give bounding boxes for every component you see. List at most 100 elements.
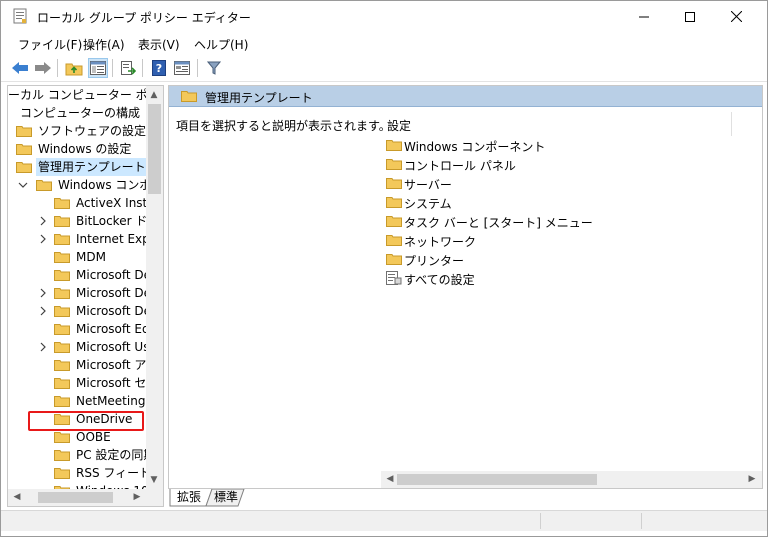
show-tree-icon <box>90 61 106 75</box>
settings-list-item[interactable]: すべての設定 <box>386 269 586 288</box>
export-list-icon <box>121 61 136 75</box>
back-arrow-icon <box>12 62 28 74</box>
tree-item-label: 管理用テンプレート <box>36 158 148 176</box>
folder-icon <box>16 144 32 155</box>
tab-extended[interactable]: 拡張 <box>177 489 201 506</box>
tree-item[interactable]: ーカル コンピューター ポリシー <box>8 86 163 104</box>
content-hscroll-thumb[interactable] <box>397 474 597 485</box>
forward-button[interactable] <box>33 58 53 78</box>
column-divider[interactable] <box>731 112 732 136</box>
tree-pane[interactable]: ーカル コンピューター ポリシーコンピューターの構成ソフトウェアの設定 Windo… <box>7 85 164 507</box>
status-divider <box>641 513 642 529</box>
tree-item-label: コンピューターの構成 <box>20 106 141 120</box>
tree-hscroll-thumb[interactable] <box>38 492 113 503</box>
folder-icon <box>386 235 402 246</box>
settings-list-item-label: タスク バーと [スタート] メニュー <box>404 216 593 230</box>
close-icon <box>730 11 742 22</box>
filter-button[interactable] <box>204 58 224 78</box>
show-tree-button[interactable] <box>88 58 108 78</box>
tree-item-label: Microsoft Def <box>76 304 156 318</box>
tree-item[interactable]: RSS フィード <box>8 464 152 482</box>
scroll-up-arrow-icon[interactable]: ▲ <box>149 90 159 100</box>
tree-item[interactable]: コンピューターの構成 <box>8 104 148 122</box>
folder-icon <box>54 342 70 353</box>
folder-icon <box>16 162 32 173</box>
tree-item[interactable]: Microsoft Use <box>8 338 157 356</box>
tree-item[interactable]: NetMeeting <box>8 392 148 410</box>
tree-item-label: RSS フィード <box>76 466 152 480</box>
settings-list-item[interactable]: サーバー <box>386 174 586 193</box>
tree-item[interactable]: ソフトウェアの設定 <box>8 122 148 140</box>
scroll-left-arrow-icon[interactable]: ◀ <box>385 474 395 484</box>
tree-item[interactable]: Windows の設定 <box>8 140 148 158</box>
tree-item-label: Microsoft Def <box>76 286 156 300</box>
chevron-right-icon[interactable] <box>38 216 48 226</box>
settings-list-item[interactable]: タスク バーと [スタート] メニュー <box>386 212 593 231</box>
help-button[interactable]: ? <box>149 58 169 78</box>
tree-horizontal-scrollbar[interactable]: ◀ ▶ <box>8 489 163 506</box>
folder-icon <box>54 216 70 227</box>
export-list-button[interactable] <box>118 58 138 78</box>
chevron-right-icon[interactable] <box>38 234 48 244</box>
tree-vertical-scrollbar[interactable]: ▲ ▼ <box>146 86 163 489</box>
chevron-down-icon[interactable] <box>18 180 28 190</box>
tree-item[interactable]: Microsoft Def <box>8 266 155 284</box>
folder-icon <box>36 180 52 191</box>
folder-icon <box>181 91 197 102</box>
menu-action[interactable]: 操作(A) <box>83 36 125 53</box>
tree-scroll-thumb[interactable] <box>148 104 161 194</box>
maximize-button[interactable] <box>667 1 713 32</box>
folder-icon <box>54 432 70 443</box>
tree-item[interactable]: Microsoft Def <box>8 284 155 302</box>
toolbar: ? <box>1 55 767 82</box>
settings-list-item-label: Windows コンポーネント <box>404 140 546 154</box>
tree-item[interactable]: BitLocker ドラ <box>8 212 159 230</box>
tree-item-label: ーカル コンピューター ポリシー <box>8 88 163 102</box>
title-bar: ローカル グループ ポリシー エディター <box>1 1 767 32</box>
chevron-right-icon[interactable] <box>38 306 48 316</box>
tree-item[interactable]: PC 設定の同期 <box>8 446 155 464</box>
status-divider <box>540 513 541 529</box>
tree-item[interactable]: ActiveX Instal <box>8 194 158 212</box>
tree-item-label: NetMeeting <box>76 394 146 408</box>
settings-list-item[interactable]: Windows コンポーネント <box>386 136 586 155</box>
up-folder-button[interactable] <box>64 58 84 78</box>
scroll-right-arrow-icon[interactable]: ▶ <box>132 492 142 502</box>
minimize-button[interactable] <box>621 1 667 32</box>
tree-item[interactable]: Microsoft セカ <box>8 374 158 392</box>
folder-icon <box>54 468 70 479</box>
settings-list-item[interactable]: プリンター <box>386 250 586 269</box>
tree-item[interactable]: Microsoft Def <box>8 302 155 320</box>
content-horizontal-scrollbar[interactable]: ◀ ▶ <box>381 471 762 488</box>
scroll-right-arrow-icon[interactable]: ▶ <box>747 474 757 484</box>
chevron-right-icon[interactable] <box>38 288 48 298</box>
settings-list-item[interactable]: ネットワーク <box>386 231 586 250</box>
tree-item-label: Windows の設定 <box>38 142 132 156</box>
close-button[interactable] <box>713 1 759 32</box>
folder-icon <box>54 450 70 461</box>
settings-list-item[interactable]: システム <box>386 193 586 212</box>
scroll-left-arrow-icon[interactable]: ◀ <box>12 492 22 502</box>
column-header-setting[interactable]: 設定 <box>387 117 411 134</box>
folder-icon <box>386 159 402 170</box>
back-button[interactable] <box>10 58 30 78</box>
properties-button[interactable] <box>172 58 192 78</box>
tree-item-label: PC 設定の同期 <box>76 448 156 462</box>
properties-icon <box>174 61 190 75</box>
tab-standard[interactable]: 標準 <box>214 489 238 506</box>
tree-item[interactable]: Microsoft Edg <box>8 320 157 338</box>
tree-item[interactable]: Microsoft アカ <box>8 356 158 374</box>
folder-icon <box>54 378 70 389</box>
tree-item[interactable]: Internet Explo <box>8 230 160 248</box>
settings-list-item[interactable]: コントロール パネル <box>386 155 586 174</box>
tree-item[interactable]: MDM <box>8 248 148 266</box>
tree-item[interactable]: Windows コンポーネ <box>8 176 163 194</box>
scroll-down-arrow-icon[interactable]: ▼ <box>149 475 159 485</box>
chevron-right-icon[interactable] <box>38 342 48 352</box>
menu-help[interactable]: ヘルプ(H) <box>194 36 248 53</box>
folder-icon <box>386 197 402 208</box>
tree-item[interactable]: 管理用テンプレート <box>8 158 148 176</box>
folder-icon <box>54 234 70 245</box>
menu-view[interactable]: 表示(V) <box>138 36 180 53</box>
menu-file[interactable]: ファイル(F) <box>18 36 82 53</box>
